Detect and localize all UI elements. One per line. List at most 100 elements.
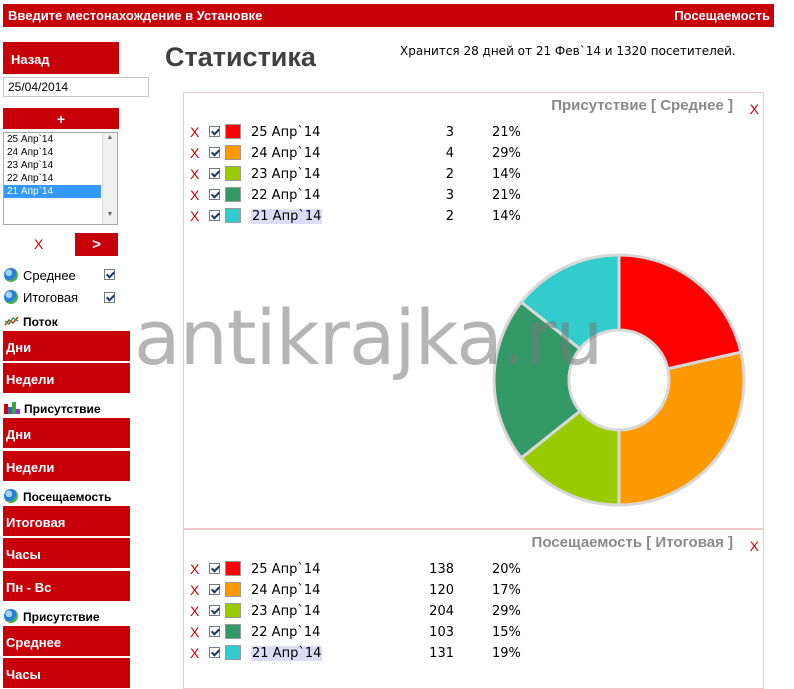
presence-average-button[interactable]: Среднее <box>3 626 130 657</box>
remove-row-button[interactable]: X <box>190 166 199 182</box>
row-date-label: 21 Апр`14 <box>251 209 323 224</box>
color-swatch <box>225 187 241 202</box>
list-item[interactable]: 25 Апр`14 <box>4 133 101 146</box>
close-panel-button[interactable]: X <box>750 101 759 117</box>
row-count: 120 <box>429 583 454 598</box>
option-average: Среднее <box>4 268 76 283</box>
remove-row-button[interactable]: X <box>190 624 199 640</box>
add-date-button[interactable]: + <box>3 108 119 130</box>
row-date-label: 25 Апр`14 <box>251 125 321 140</box>
scroll-down-icon[interactable]: ▼ <box>103 211 117 223</box>
row-checkbox[interactable] <box>209 563 220 574</box>
list-item[interactable]: 22 Апр`14 <box>4 172 101 185</box>
row-checkbox[interactable] <box>209 584 220 595</box>
row-date-label: 25 Апр`14 <box>251 562 321 577</box>
donut-chart <box>492 253 746 507</box>
row-count: 131 <box>429 646 454 661</box>
section-attendance-title: Посещаемость <box>23 490 112 504</box>
list-item[interactable]: 23 Апр`14 <box>4 159 101 172</box>
attendance-total-panel: Посещаемость [ Итоговая ] X X 25 Апр`14 13… <box>183 529 764 689</box>
row-date-label: 24 Апр`14 <box>251 146 321 161</box>
section-presence-2: Присутствие <box>4 609 100 624</box>
row-percent: 29% <box>492 604 521 619</box>
color-swatch <box>225 603 241 618</box>
top-bar: Введите местонахождение в Установке Посе… <box>3 4 774 27</box>
globe-icon <box>4 489 18 503</box>
row-checkbox[interactable] <box>209 189 220 200</box>
remove-date-button[interactable]: X <box>34 236 43 252</box>
globe-icon <box>4 609 18 623</box>
attendance-weekdays-button[interactable]: Пн - Вс <box>3 571 130 602</box>
panel-title: Присутствие [ Среднее ] <box>551 97 733 114</box>
back-button[interactable]: Назад <box>3 42 119 75</box>
row-count: 2 <box>445 209 454 224</box>
section-flow: Поток <box>4 315 58 329</box>
row-percent: 17% <box>492 583 521 598</box>
row-checkbox[interactable] <box>209 126 220 137</box>
dates-listbox[interactable]: 25 Апр`14 24 Апр`14 23 Апр`14 22 Апр`14 … <box>3 132 118 225</box>
row-percent: 20% <box>492 562 521 577</box>
attendance-title[interactable]: Посещаемость <box>674 8 770 23</box>
row-date-label: 22 Апр`14 <box>251 625 321 640</box>
section-attendance: Посещаемость <box>4 489 111 504</box>
pie-slice-2 <box>617 350 746 507</box>
row-count: 204 <box>429 604 454 619</box>
color-swatch <box>225 145 241 160</box>
list-item[interactable]: 24 Апр`14 <box>4 146 101 159</box>
panel-title: Посещаемость [ Итоговая ] <box>531 534 733 551</box>
section-presence-title: Присутствие <box>24 402 101 416</box>
presence-hours-button[interactable]: Часы <box>3 658 130 689</box>
row-date-label: 23 Апр`14 <box>251 167 321 182</box>
row-percent: 14% <box>492 167 521 182</box>
row-checkbox[interactable] <box>209 168 220 179</box>
listbox-scrollbar[interactable]: ▲ ▼ <box>102 133 117 224</box>
table-row: X 21 Апр`14 2 14% <box>184 206 744 227</box>
row-checkbox[interactable] <box>209 605 220 616</box>
pie-slice-1 <box>617 253 743 371</box>
remove-row-button[interactable]: X <box>190 603 199 619</box>
table-row: X 22 Апр`14 3 21% <box>184 185 744 206</box>
remove-row-button[interactable]: X <box>190 187 199 203</box>
date-input[interactable] <box>3 77 149 97</box>
table-row: X 24 Апр`14 4 29% <box>184 143 744 164</box>
scroll-up-icon[interactable]: ▲ <box>103 134 117 146</box>
flow-days-button[interactable]: Дни <box>3 331 130 362</box>
remove-row-button[interactable]: X <box>190 645 199 661</box>
row-date-label: 23 Апр`14 <box>251 604 321 619</box>
remove-row-button[interactable]: X <box>190 208 199 224</box>
row-date-label: 22 Апр`14 <box>251 188 321 203</box>
remove-row-button[interactable]: X <box>190 582 199 598</box>
option-total-label: Итоговая <box>23 290 79 305</box>
row-checkbox[interactable] <box>209 210 220 221</box>
row-checkbox[interactable] <box>209 647 220 658</box>
attendance-total-button[interactable]: Итоговая <box>3 506 130 537</box>
presence-weeks-button[interactable]: Недели <box>3 451 130 482</box>
row-percent: 19% <box>492 646 521 661</box>
location-title[interactable]: Введите местонахождение в Установке <box>8 8 262 23</box>
color-swatch <box>225 561 241 576</box>
remove-row-button[interactable]: X <box>190 561 199 577</box>
storage-info: Хранится 28 дней от 21 Фев`14 и 1320 пос… <box>400 44 736 58</box>
flow-weeks-button[interactable]: Недели <box>3 363 130 394</box>
remove-row-button[interactable]: X <box>190 124 199 140</box>
row-checkbox[interactable] <box>209 626 220 637</box>
list-item-selected[interactable]: 21 Апр`14 <box>4 185 101 198</box>
row-percent: 15% <box>492 625 521 640</box>
remove-row-button[interactable]: X <box>190 145 199 161</box>
total-checkbox[interactable] <box>104 292 115 303</box>
row-count: 2 <box>445 167 454 182</box>
row-count: 3 <box>445 125 454 140</box>
row-date-label: 24 Апр`14 <box>251 583 321 598</box>
table-row: X 25 Апр`14 138 20% <box>184 559 744 580</box>
color-swatch <box>225 166 241 181</box>
close-panel-button[interactable]: X <box>750 538 759 554</box>
table-row: X 25 Апр`14 3 21% <box>184 122 744 143</box>
presence-days-button[interactable]: Дни <box>3 418 130 449</box>
go-button[interactable]: > <box>75 233 118 257</box>
row-checkbox[interactable] <box>209 147 220 158</box>
globe-icon <box>4 290 18 304</box>
average-checkbox[interactable] <box>104 269 115 280</box>
attendance-hours-button[interactable]: Часы <box>3 538 130 569</box>
table-row: X 21 Апр`14 131 19% <box>184 643 744 664</box>
row-percent: 21% <box>492 125 521 140</box>
